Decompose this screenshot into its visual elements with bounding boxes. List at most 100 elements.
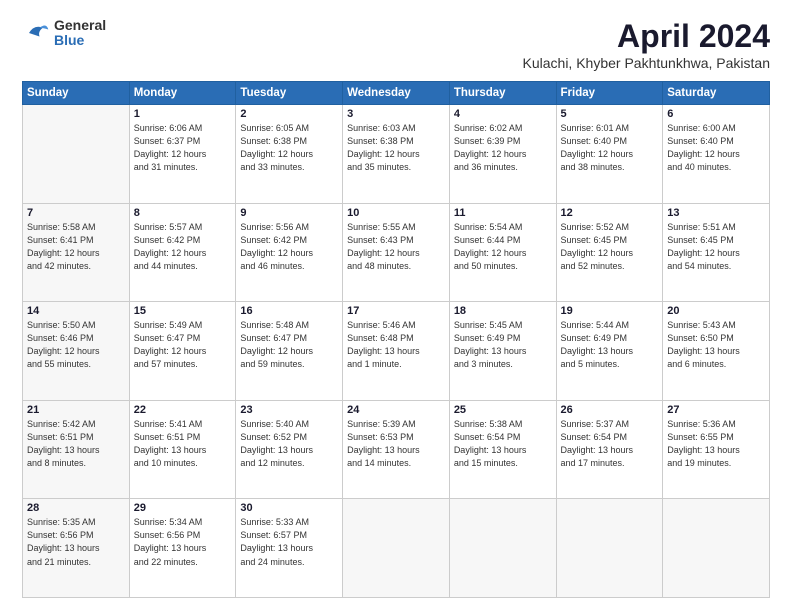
day-info: Sunrise: 5:51 AM Sunset: 6:45 PM Dayligh…	[667, 221, 765, 273]
logo-general-label: General	[54, 18, 106, 33]
day-info: Sunrise: 5:44 AM Sunset: 6:49 PM Dayligh…	[561, 319, 659, 371]
table-row	[663, 499, 770, 598]
col-saturday: Saturday	[663, 82, 770, 105]
day-number: 8	[134, 207, 232, 219]
day-info: Sunrise: 5:49 AM Sunset: 6:47 PM Dayligh…	[134, 319, 232, 371]
logo-text: General Blue	[54, 18, 106, 49]
table-row: 20 Sunrise: 5:43 AM Sunset: 6:50 PM Dayli…	[663, 302, 770, 401]
day-info: Sunrise: 5:33 AM Sunset: 6:57 PM Dayligh…	[240, 516, 338, 568]
calendar-header-row: Sunday Monday Tuesday Wednesday Thursday…	[23, 82, 770, 105]
day-number: 9	[240, 207, 338, 219]
col-monday: Monday	[129, 82, 236, 105]
day-number: 13	[667, 207, 765, 219]
table-row: 30 Sunrise: 5:33 AM Sunset: 6:57 PM Dayli…	[236, 499, 343, 598]
day-number: 21	[27, 404, 125, 416]
calendar-week-row: 1Sunrise: 6:06 AM Sunset: 6:37 PM Daylig…	[23, 105, 770, 204]
col-tuesday: Tuesday	[236, 82, 343, 105]
day-info: Sunrise: 5:38 AM Sunset: 6:54 PM Dayligh…	[454, 418, 552, 470]
day-info: Sunrise: 5:37 AM Sunset: 6:54 PM Dayligh…	[561, 418, 659, 470]
day-info: Sunrise: 6:01 AM Sunset: 6:40 PM Dayligh…	[561, 122, 659, 174]
table-row: 23 Sunrise: 5:40 AM Sunset: 6:52 PM Dayli…	[236, 400, 343, 499]
day-info: Sunrise: 6:02 AM Sunset: 6:39 PM Dayligh…	[454, 122, 552, 174]
title-block: April 2024 Kulachi, Khyber Pakhtunkhwa, …	[523, 18, 770, 71]
day-info: Sunrise: 5:41 AM Sunset: 6:51 PM Dayligh…	[134, 418, 232, 470]
day-info: Sunrise: 5:58 AM Sunset: 6:41 PM Dayligh…	[27, 221, 125, 273]
table-row: 28Sunrise: 5:35 AM Sunset: 6:56 PM Dayli…	[23, 499, 130, 598]
day-info: Sunrise: 6:05 AM Sunset: 6:38 PM Dayligh…	[240, 122, 338, 174]
table-row: 13 Sunrise: 5:51 AM Sunset: 6:45 PM Dayli…	[663, 203, 770, 302]
day-info: Sunrise: 5:57 AM Sunset: 6:42 PM Dayligh…	[134, 221, 232, 273]
day-info: Sunrise: 5:55 AM Sunset: 6:43 PM Dayligh…	[347, 221, 445, 273]
header: General Blue April 2024 Kulachi, Khyber …	[22, 18, 770, 71]
day-number: 18	[454, 305, 552, 317]
col-wednesday: Wednesday	[343, 82, 450, 105]
col-sunday: Sunday	[23, 82, 130, 105]
table-row: 10Sunrise: 5:55 AM Sunset: 6:43 PM Dayli…	[343, 203, 450, 302]
day-number: 19	[561, 305, 659, 317]
day-number: 17	[347, 305, 445, 317]
table-row: 25 Sunrise: 5:38 AM Sunset: 6:54 PM Dayli…	[449, 400, 556, 499]
day-number: 2	[240, 108, 338, 120]
day-info: Sunrise: 5:54 AM Sunset: 6:44 PM Dayligh…	[454, 221, 552, 273]
table-row: 11 Sunrise: 5:54 AM Sunset: 6:44 PM Dayli…	[449, 203, 556, 302]
table-row: 16 Sunrise: 5:48 AM Sunset: 6:47 PM Dayli…	[236, 302, 343, 401]
day-info: Sunrise: 5:52 AM Sunset: 6:45 PM Dayligh…	[561, 221, 659, 273]
day-number: 11	[454, 207, 552, 219]
day-info: Sunrise: 5:36 AM Sunset: 6:55 PM Dayligh…	[667, 418, 765, 470]
calendar-location: Kulachi, Khyber Pakhtunkhwa, Pakistan	[523, 55, 770, 71]
col-friday: Friday	[556, 82, 663, 105]
table-row: 19 Sunrise: 5:44 AM Sunset: 6:49 PM Dayli…	[556, 302, 663, 401]
table-row: 27 Sunrise: 5:36 AM Sunset: 6:55 PM Dayli…	[663, 400, 770, 499]
day-info: Sunrise: 6:00 AM Sunset: 6:40 PM Dayligh…	[667, 122, 765, 174]
day-info: Sunrise: 5:39 AM Sunset: 6:53 PM Dayligh…	[347, 418, 445, 470]
day-info: Sunrise: 5:45 AM Sunset: 6:49 PM Dayligh…	[454, 319, 552, 371]
table-row	[556, 499, 663, 598]
day-info: Sunrise: 5:34 AM Sunset: 6:56 PM Dayligh…	[134, 516, 232, 568]
day-info: Sunrise: 6:03 AM Sunset: 6:38 PM Dayligh…	[347, 122, 445, 174]
day-number: 27	[667, 404, 765, 416]
table-row	[449, 499, 556, 598]
day-info: Sunrise: 5:40 AM Sunset: 6:52 PM Dayligh…	[240, 418, 338, 470]
day-number: 26	[561, 404, 659, 416]
page: General Blue April 2024 Kulachi, Khyber …	[0, 0, 792, 612]
table-row: 1Sunrise: 6:06 AM Sunset: 6:37 PM Daylig…	[129, 105, 236, 204]
day-number: 3	[347, 108, 445, 120]
table-row: 4 Sunrise: 6:02 AM Sunset: 6:39 PM Daylig…	[449, 105, 556, 204]
logo-blue-label: Blue	[54, 33, 106, 48]
day-number: 12	[561, 207, 659, 219]
table-row: 14Sunrise: 5:50 AM Sunset: 6:46 PM Dayli…	[23, 302, 130, 401]
calendar-week-row: 14Sunrise: 5:50 AM Sunset: 6:46 PM Dayli…	[23, 302, 770, 401]
day-info: Sunrise: 5:48 AM Sunset: 6:47 PM Dayligh…	[240, 319, 338, 371]
table-row: 12 Sunrise: 5:52 AM Sunset: 6:45 PM Dayli…	[556, 203, 663, 302]
table-row: 15 Sunrise: 5:49 AM Sunset: 6:47 PM Dayli…	[129, 302, 236, 401]
day-number: 15	[134, 305, 232, 317]
calendar-title: April 2024	[523, 18, 770, 55]
day-number: 25	[454, 404, 552, 416]
day-number: 28	[27, 502, 125, 514]
table-row: 2 Sunrise: 6:05 AM Sunset: 6:38 PM Daylig…	[236, 105, 343, 204]
table-row: 18 Sunrise: 5:45 AM Sunset: 6:49 PM Dayli…	[449, 302, 556, 401]
table-row: 21 Sunrise: 5:42 AM Sunset: 6:51 PM Dayli…	[23, 400, 130, 499]
day-number: 16	[240, 305, 338, 317]
day-number: 1	[134, 108, 232, 120]
table-row: 5 Sunrise: 6:01 AM Sunset: 6:40 PM Daylig…	[556, 105, 663, 204]
table-row: 24Sunrise: 5:39 AM Sunset: 6:53 PM Dayli…	[343, 400, 450, 499]
table-row: 7Sunrise: 5:58 AM Sunset: 6:41 PM Daylig…	[23, 203, 130, 302]
calendar-table: Sunday Monday Tuesday Wednesday Thursday…	[22, 81, 770, 598]
day-number: 23	[240, 404, 338, 416]
day-info: Sunrise: 5:42 AM Sunset: 6:51 PM Dayligh…	[27, 418, 125, 470]
logo: General Blue	[22, 18, 106, 49]
table-row: 3 Sunrise: 6:03 AM Sunset: 6:38 PM Daylig…	[343, 105, 450, 204]
table-row: 9Sunrise: 5:56 AM Sunset: 6:42 PM Daylig…	[236, 203, 343, 302]
logo-bird-icon	[22, 19, 50, 47]
day-number: 20	[667, 305, 765, 317]
day-number: 30	[240, 502, 338, 514]
day-info: Sunrise: 5:43 AM Sunset: 6:50 PM Dayligh…	[667, 319, 765, 371]
day-number: 5	[561, 108, 659, 120]
day-number: 4	[454, 108, 552, 120]
table-row: 17Sunrise: 5:46 AM Sunset: 6:48 PM Dayli…	[343, 302, 450, 401]
calendar-week-row: 7Sunrise: 5:58 AM Sunset: 6:41 PM Daylig…	[23, 203, 770, 302]
day-info: Sunrise: 5:50 AM Sunset: 6:46 PM Dayligh…	[27, 319, 125, 371]
table-row: 6Sunrise: 6:00 AM Sunset: 6:40 PM Daylig…	[663, 105, 770, 204]
table-row: 29Sunrise: 5:34 AM Sunset: 6:56 PM Dayli…	[129, 499, 236, 598]
